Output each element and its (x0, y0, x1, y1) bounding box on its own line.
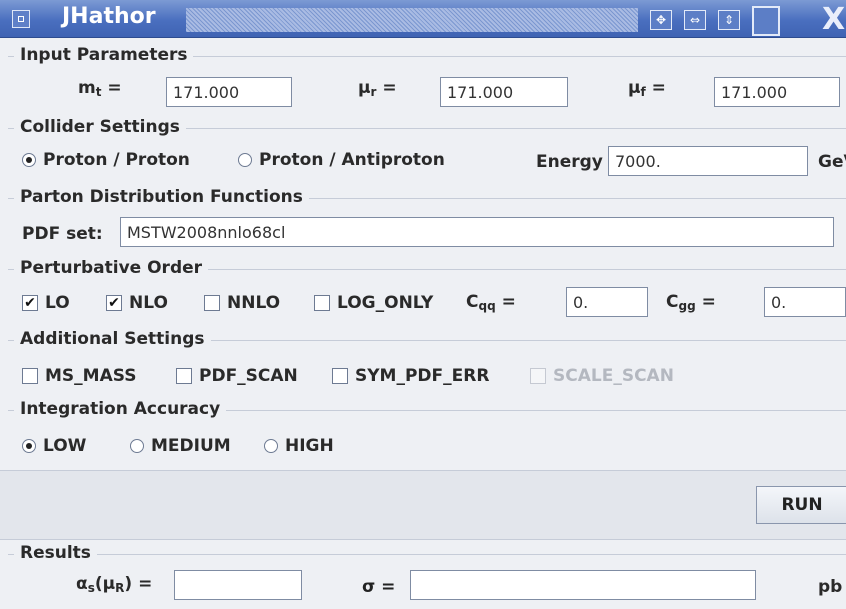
resize-vertical-icon[interactable]: ⇕ (718, 10, 740, 30)
run-button[interactable]: RUN (756, 486, 846, 524)
proton-antiproton-radio[interactable]: Proton / Antiproton (238, 150, 445, 170)
log-only-checkbox[interactable]: LOG_ONLY (314, 293, 433, 313)
collider-settings-legend: Collider Settings (14, 117, 186, 137)
resize-horizontal-icon[interactable]: ⇔ (684, 10, 706, 30)
mur-label: μr = (358, 78, 397, 99)
additional-settings-legend: Additional Settings (14, 329, 211, 349)
title-drag-area[interactable] (186, 8, 638, 32)
close-icon[interactable]: X (822, 2, 845, 37)
pdf-legend: Parton Distribution Functions (14, 187, 309, 207)
pdf-scan-checkbox[interactable]: PDF_SCAN (176, 366, 298, 386)
energy-unit: GeV (818, 152, 846, 172)
cgg-input[interactable]: 0. (764, 287, 846, 317)
window-menu-icon (18, 16, 24, 22)
sigma-unit: pb (818, 577, 843, 597)
scale-scan-checkbox: SCALE_SCAN (530, 366, 674, 386)
ms-mass-checkbox[interactable]: MS_MASS (22, 366, 136, 386)
proton-proton-radio[interactable]: Proton / Proton (22, 150, 190, 170)
pdf-set-label: PDF set: (22, 224, 103, 244)
nnlo-checkbox[interactable]: NNLO (204, 293, 280, 313)
input-parameters-legend: Input Parameters (14, 45, 194, 65)
sym-pdf-err-checkbox[interactable]: SYM_PDF_ERR (332, 366, 489, 386)
energy-input[interactable]: 7000. (608, 146, 808, 176)
window-title: JHathor (62, 4, 156, 29)
maximize-icon[interactable] (752, 6, 780, 36)
perturbative-order-legend: Perturbative Order (14, 258, 209, 278)
accuracy-medium-radio[interactable]: MEDIUM (130, 436, 231, 456)
sigma-label: σ = (362, 577, 396, 597)
cgg-label: Cgg = (666, 292, 716, 313)
muf-input[interactable]: 171.000 (714, 77, 840, 107)
accuracy-high-radio[interactable]: HIGH (264, 436, 334, 456)
mt-label: mt = (78, 78, 122, 99)
radio-dot-selected (22, 153, 36, 167)
nlo-checkbox[interactable]: ✔ NLO (106, 293, 168, 313)
sigma-output[interactable] (410, 570, 756, 600)
window-menu-button[interactable] (12, 10, 30, 28)
title-bar: JHathor ✥ ⇔ ⇕ X (0, 0, 846, 38)
cqq-label: Cqq = (466, 292, 516, 313)
check-icon: ✔ (106, 295, 122, 311)
integration-accuracy-legend: Integration Accuracy (14, 399, 227, 419)
alpha-s-output[interactable] (174, 570, 302, 600)
results-legend: Results (14, 543, 97, 563)
mt-input[interactable]: 171.000 (166, 77, 292, 107)
pdf-set-input[interactable]: MSTW2008nnlo68cl (120, 217, 834, 247)
accuracy-low-radio[interactable]: LOW (22, 436, 86, 456)
alpha-s-label: αs(μR) = (76, 574, 153, 595)
move-icon[interactable]: ✥ (650, 10, 672, 30)
check-icon: ✔ (22, 295, 38, 311)
run-panel (0, 470, 846, 540)
cqq-input[interactable]: 0. (566, 287, 648, 317)
lo-checkbox[interactable]: ✔ LO (22, 293, 70, 313)
muf-label: μf = (628, 78, 666, 99)
mur-input[interactable]: 171.000 (440, 77, 568, 107)
radio-dot (238, 153, 252, 167)
